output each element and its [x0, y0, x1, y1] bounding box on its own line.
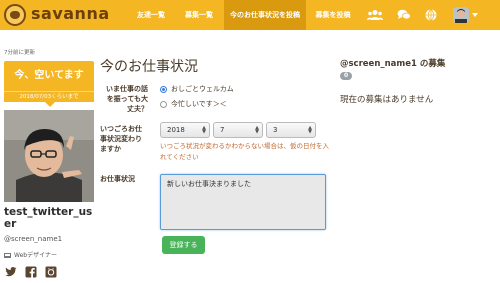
chat-icon[interactable] [397, 9, 411, 21]
year-select-value: 2018 [167, 126, 185, 134]
nav-post-status[interactable]: 今のお仕事状況を投稿 [224, 0, 306, 30]
profile-job: Webデザイナー [4, 250, 57, 259]
twitter-icon[interactable] [5, 266, 17, 278]
option-busy[interactable]: 今忙しいです＞＜ [160, 99, 227, 109]
select-arrows-icon: ▲ ▼ [255, 125, 259, 135]
group-icon[interactable] [367, 9, 383, 21]
availability-until-date: 2018/07/03くらいまで [4, 91, 94, 102]
laptop-icon [4, 253, 11, 258]
availability-status-card: 今、空いてます 2018/07/03くらいまで [4, 61, 94, 107]
submit-button[interactable]: 登録する [162, 236, 205, 254]
globe-icon[interactable] [425, 9, 437, 21]
day-select-value: 3 [273, 126, 278, 134]
radio-welcome[interactable] [160, 85, 167, 93]
month-select-value: 7 [220, 126, 225, 134]
recruitments-title-suffix: の募集 [416, 59, 446, 69]
profile-photo-image [4, 110, 94, 202]
avatar-photo [453, 7, 469, 23]
brand-name[interactable]: savanna [31, 4, 110, 23]
availability-status: 今、空いてます [4, 61, 94, 91]
facebook-icon[interactable] [25, 266, 37, 278]
question-availability-label: いま仕事の話を振っても大丈夫？ [106, 85, 148, 113]
status-textarea[interactable]: 新しいお仕事決まりました [160, 174, 326, 230]
no-recruitments-text: 現在の募集はありません [340, 95, 434, 105]
nav-recruitments[interactable]: 募集一覧 [178, 0, 220, 30]
last-updated-text: 7分前に更新 [4, 50, 35, 56]
logo-face [10, 11, 20, 19]
recruitments-title: @screen_name1 の募集 0 [340, 58, 460, 82]
month-select[interactable]: 7 ▲ ▼ [213, 122, 263, 138]
profile-photo [4, 110, 94, 202]
status-pointer [45, 102, 55, 107]
profile-job-label: Webデザイナー [14, 252, 57, 259]
savanna-lion-logo-icon[interactable] [4, 4, 26, 26]
question-status-label: お仕事状況 [100, 175, 135, 183]
select-arrows-icon: ▲ ▼ [202, 125, 206, 135]
profile-username: test_twitter_user [4, 206, 93, 230]
option-welcome-label: おしごとウェルカム [171, 85, 234, 93]
recruitments-count-badge: 0 [340, 71, 353, 80]
profile-screen-name: @screen_name1 [4, 235, 63, 243]
user-avatar-small[interactable] [453, 7, 469, 23]
date-hint-text: いつごろ状況が変わるかわからない場合は、仮の日付を入れてください [160, 142, 329, 161]
question-change-date-label: いつごろお仕事状況変わりますか [100, 125, 142, 153]
option-welcome[interactable]: おしごとウェルカム [160, 84, 234, 94]
select-arrows-icon: ▲ ▼ [308, 125, 312, 135]
nav-friends[interactable]: 友達一覧 [128, 0, 174, 30]
page-title: 今のお仕事状況 [100, 59, 198, 75]
year-select[interactable]: 2018 ▲ ▼ [160, 122, 210, 138]
radio-busy[interactable] [160, 100, 167, 108]
option-busy-label: 今忙しいです＞＜ [171, 100, 227, 108]
github-icon[interactable] [45, 266, 57, 278]
top-navbar: savanna 友達一覧 募集一覧 今のお仕事状況を投稿 募集を投稿 [0, 0, 500, 30]
day-select[interactable]: 3 ▲ ▼ [266, 122, 316, 138]
chevron-down-icon[interactable] [472, 13, 478, 17]
nav-post-recruitment[interactable]: 募集を投稿 [310, 0, 356, 30]
recruitments-owner[interactable]: @screen_name1 [340, 59, 417, 69]
